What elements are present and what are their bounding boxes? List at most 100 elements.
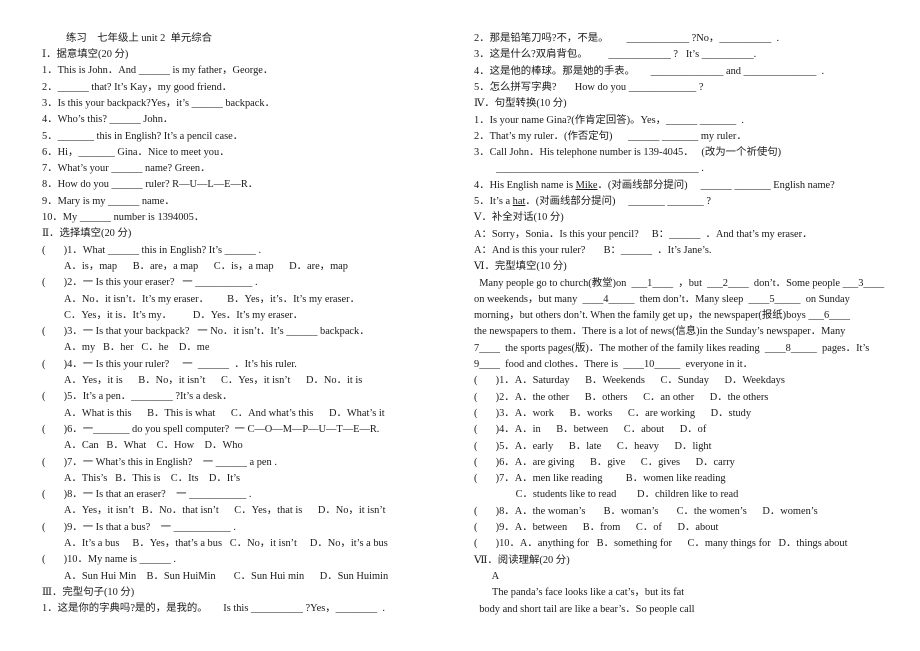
section-heading: Ⅱ．选择填空(20 分) <box>42 227 131 241</box>
line-text: ( )7．一 What’s this in English? 一 ______ … <box>42 456 277 468</box>
line-text: ( )8．一 Is that an eraser? 一 ___________ … <box>42 489 252 501</box>
answer-options: A．This’s B．This is C．Its D．It’s <box>42 472 240 486</box>
line-text: 3．这是什么?双肩背包。 ____________ ? It’s _______… <box>474 49 757 61</box>
line-text: ( )10．A．anything for B．something for C．m… <box>474 538 848 550</box>
question-line: 8．How do you ______ ruler? R—U—L—E—R． <box>42 178 258 192</box>
answer-options: _______________________________________ … <box>474 162 704 176</box>
line-text: ( )9．A．between B．from C．of D．about <box>474 522 719 533</box>
line-text: 5．It’s a <box>474 196 513 207</box>
question-line: 4．这是他的棒球。那是她的手表。 ______________ and ____… <box>474 65 824 79</box>
question-line: C．students like to read D．children like … <box>474 488 739 502</box>
answer-options: A．No．it isn’t．It’s my eraser． B．Yes，it’s… <box>42 293 360 307</box>
underlined-word: Mike <box>575 179 598 191</box>
line-text: A．Can B．What C．How D．Who <box>64 440 243 452</box>
question-line: ( )4．一 Is this your ruler? 一 ______ ．It’… <box>42 358 297 372</box>
question-line: morning，but others don’t. When the famil… <box>474 309 850 323</box>
answer-options: A．It’s a bus B．Yes，that’s a bus C．No，it … <box>42 537 388 551</box>
line-text: 9____ food and clothes．There is ____10__… <box>474 359 754 370</box>
question-line: 9____ food and clothes．There is ____10__… <box>474 358 753 372</box>
line-text: ( )6．A．are giving B．give C．gives D．carry <box>474 456 735 468</box>
line-text: ( )1．A．Saturday B．Weekends C．Sunday D．We… <box>474 375 785 387</box>
question-line: on weekends，but many ____4_____ them don… <box>474 293 850 307</box>
line-text: 2．那是铅笔刀吗?不，不是。 ____________ ?No，________… <box>474 33 780 44</box>
question-line: 7____ the sports pages(版)．The mother of … <box>474 342 869 356</box>
underlined-word: hat <box>512 196 526 207</box>
line-text: 9．Mary is my ______ name． <box>42 195 175 207</box>
line-text: ( )4．A．in B．between C．about D．of <box>474 424 707 436</box>
answer-options: A．Sun Hui Min B．Sun HuiMin C．Sun Hui min… <box>42 570 388 584</box>
line-text: ( )5．It’s a pen．________ ?It’s a desk． <box>42 391 233 403</box>
line-text: Ⅶ．阅读理解(20 分) <box>474 554 570 566</box>
question-line: ( )6．A．are giving B．give C．gives D．carry <box>474 456 735 470</box>
question-line: ( )5．It’s a pen．________ ?It’s a desk． <box>42 390 232 404</box>
answer-options: A．Yes，it isn’t B．No．that isn’t C．Yes，tha… <box>42 504 385 518</box>
line-text: Ⅵ．完型填空(10 分) <box>474 261 567 273</box>
question-line: A <box>474 570 500 584</box>
question-line: ( )10．My name is ______ . <box>42 553 176 567</box>
answer-options: A．my B．her C．he D．me <box>42 341 209 355</box>
question-line: ( )1．What ______ this in English? It’s _… <box>42 244 261 258</box>
question-line: body and short tail are like a bear’s．So… <box>474 603 695 617</box>
line-text: Many people go to church(教堂)on ___1____ … <box>474 277 885 289</box>
line-text: A．my B．her C．he D．me <box>64 342 210 354</box>
line-text: 8．How do you ______ ruler? R—U—L—E—R． <box>42 179 259 191</box>
line-text: 4．Who’s this? ______ John． <box>42 114 174 126</box>
line-text: 5．_______ this in English? It’s a pencil… <box>42 130 244 142</box>
question-line: ( )3．一 Is that your backpack? 一 No．it is… <box>42 325 370 339</box>
line-text: morning，but others don’t. When the famil… <box>474 310 850 322</box>
line-text: 2．______ that? It’s Kay，my good friend． <box>42 81 233 93</box>
section-heading: Ⅶ．阅读理解(20 分) <box>474 554 570 568</box>
line-text: Ⅳ．句型转换(10 分) <box>474 98 567 110</box>
line-text: ( )9．一 Is that a bus? 一 ___________ . <box>42 521 236 533</box>
answer-options: C．Yes，it is．It’s my． D．Yes．It’s my erase… <box>42 309 303 323</box>
question-line: 6．Hi，_______ Gina．Nice to meet you． <box>42 146 230 160</box>
line-text: Ⅲ．完型句子(10 分) <box>42 586 135 598</box>
line-text: A：Sorry，Sonia．Is this your pencil? B：___… <box>474 228 813 240</box>
line-text: A．Sun Hui Min B．Sun HuiMin C．Sun Hui min… <box>64 570 389 582</box>
line-text: 1．Is your name Gina?(作肯定回答)。Yes，______ _… <box>474 114 744 126</box>
line-text: A．This’s B．This is C．Its D．It’s <box>64 472 241 484</box>
question-line: 7．What’s your ______ name? Green． <box>42 162 211 176</box>
line-text: ( )2．一 Is this your eraser? 一 __________… <box>42 277 258 289</box>
question-line: ( )3．A．work B．works C．are working D．stud… <box>474 407 751 421</box>
line-text: 4．His English name is <box>474 179 576 191</box>
line-text: Ⅰ．据意填空(20 分) <box>42 49 129 60</box>
line-text: A．Yes，it isn’t B．No．that isn’t C．Yes，tha… <box>64 505 386 517</box>
answer-options: A．Can B．What C．How D．Who <box>42 439 243 453</box>
line-text: Ⅱ．选择填空(20 分) <box>42 228 132 240</box>
line-text: ( )2．A．the other B．others C．an other D．t… <box>474 391 769 403</box>
question-line: ( )4．A．in B．between C．about D．of <box>474 423 706 437</box>
section-heading: Ⅰ．据意填空(20 分) <box>42 48 128 62</box>
question-line: ( )5．A．early B．late C．heavy D．light <box>474 440 712 454</box>
question-line: ( )9．一 Is that a bus? 一 ___________ . <box>42 521 236 535</box>
question-line: 3．Call John．His telephone number is 139-… <box>474 146 781 160</box>
line-text: A：And is this your ruler? B：______ ．It’s… <box>474 244 712 256</box>
line-text: the newspapers to them．There is a lot of… <box>474 326 846 338</box>
section-heading: Ⅲ．完型句子(10 分) <box>42 586 134 600</box>
line-text: 2．That’s my ruler．(作否定句) ______ _______ … <box>474 130 747 142</box>
section-heading: Ⅵ．完型填空(10 分) <box>474 260 567 274</box>
question-line: ( )2．一 Is this your eraser? 一 __________… <box>42 276 258 290</box>
question-line: ( )8．一 Is that an eraser? 一 ___________ … <box>42 488 252 502</box>
question-line: ( )7．一 What’s this in English? 一 ______ … <box>42 456 277 470</box>
line-text: ( )6．一_______ do you spell computer? 一 C… <box>42 423 380 435</box>
worksheet-title: 练习 七年级上 unit 2 单元综合 <box>66 33 213 44</box>
line-text: 3．Call John．His telephone number is 139-… <box>474 147 782 159</box>
question-line: 5．怎么拼写字典? How do you _____________ ? <box>474 81 703 95</box>
question-line: 9．Mary is my ______ name． <box>42 195 175 209</box>
line-text: A．What is this B．This is what C．And what… <box>64 407 385 419</box>
section-heading: Ⅴ．补全对话(10 分) <box>474 211 564 225</box>
question-line: 2．______ that? It’s Kay，my good friend． <box>42 81 232 95</box>
question-line: the newspapers to them．There is a lot of… <box>474 325 845 339</box>
question-line: 2．That’s my ruler．(作否定句) ______ _______ … <box>474 130 747 144</box>
question-line: 5．_______ this in English? It’s a pencil… <box>42 130 243 144</box>
question-line: 3．Is this your backpack?Yes，it’s ______ … <box>42 97 275 111</box>
line-text: 3．Is this your backpack?Yes，it’s ______ … <box>42 97 275 109</box>
line-text: ( )5．A．early B．late C．heavy D．light <box>474 440 712 452</box>
question-line: 1．Is your name Gina?(作肯定回答)。Yes，______ _… <box>474 114 744 128</box>
line-text: ( )4．一 Is this your ruler? 一 ______ ．It’… <box>42 358 297 370</box>
line-text: A．is，map B．are，a map C．is，a map D．are，ma… <box>64 260 348 272</box>
line-text: body and short tail are like a bear’s．So… <box>474 603 695 615</box>
line-text: 4．这是他的棒球。那是她的手表。 ______________ and ____… <box>474 65 825 77</box>
line-text: C．students like to read D．children like … <box>474 489 739 501</box>
